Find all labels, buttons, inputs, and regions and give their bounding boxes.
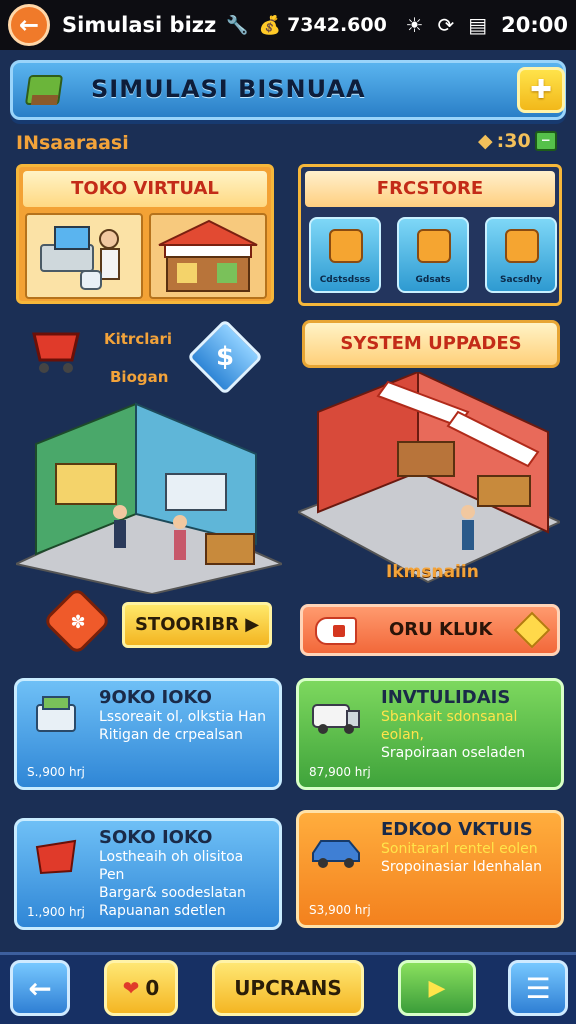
page-title: SIMULASI BISNUAA	[91, 75, 366, 103]
club-button-label: ORU KLUK	[389, 619, 493, 640]
market-stall-image	[149, 213, 267, 299]
cart-label-2: Biogan	[110, 368, 169, 386]
plus-icon[interactable]: ✚	[517, 67, 565, 113]
gift-count: 0	[145, 976, 160, 1000]
card-title: SOKO IOKO	[99, 827, 213, 848]
card-line: Sonitararl rentel eolen	[381, 841, 538, 857]
coin-icon: ☀	[405, 13, 424, 37]
cart-label-1: Kitrclari	[104, 330, 173, 348]
system-upgrades-button[interactable]: SYSTEM UPPADES	[302, 320, 560, 368]
front-button-label: Sacsdhy	[500, 275, 542, 285]
section-counter-value: :30	[496, 130, 531, 152]
cash-register-icon	[417, 229, 451, 263]
gift-button[interactable]: ❤ 0	[104, 960, 178, 1016]
card-line: Lostheaih oh olisitoa Pen	[99, 849, 244, 883]
warning-icon	[513, 611, 551, 649]
dollar-icon[interactable]: $	[186, 318, 264, 396]
minus-icon[interactable]: −	[534, 131, 557, 151]
frontstore-title: FRCSTORE	[305, 171, 555, 207]
computer-shop-image	[25, 213, 143, 299]
store-button[interactable]: STOORIBR ▶	[122, 602, 272, 648]
section-label: INsaaraasi	[16, 132, 129, 154]
store-interior-scene	[12, 394, 286, 596]
svg-text:✽: ✽	[70, 612, 85, 633]
chat-arrow-icon: ▶	[428, 975, 446, 1001]
card-line: Sbankait sdonsanal eolan,	[381, 709, 518, 743]
toko-virtual-panel[interactable]: TOKO VIRTUAL	[16, 164, 274, 304]
box-icon-button[interactable]: Cdstsdsss	[309, 217, 381, 293]
card-title: 9OKO IOKO	[99, 687, 212, 708]
frontstore-panel: FRCSTORE Cdstsdsss Gdsats Sacsdhy	[298, 164, 562, 306]
car-icon	[309, 823, 360, 873]
card-line: Lssoreait ol, olkstia Han	[99, 709, 267, 725]
clock-time: 20:00	[501, 13, 568, 37]
shopping-basket-icon	[31, 831, 81, 881]
gift-icon: ❤	[122, 976, 140, 1000]
card-line: Bargar& soodeslatan	[99, 885, 246, 901]
feature-card[interactable]: 9OKO IOKO Lssoreait ol, olkstia Han Riti…	[14, 678, 282, 790]
award-seal-icon[interactable]: ✽	[44, 590, 112, 652]
scene-label: Ikmsnaiin	[386, 562, 479, 582]
toko-virtual-title: TOKO VIRTUAL	[23, 171, 267, 207]
app-title: Simulasi bizz	[62, 13, 217, 37]
money-display: 7342.600	[287, 14, 387, 36]
gem-icon: ◆	[478, 130, 493, 152]
club-button[interactable]: ORU KLUK	[300, 604, 560, 656]
card-line: Sropoinasiar Idenhalan	[381, 859, 542, 875]
upgrades-button[interactable]: UPCRANS	[212, 960, 364, 1016]
left-arrow-icon: ←	[28, 971, 52, 1005]
delivery-van-icon	[309, 691, 360, 741]
store-button-label: STOORIBR	[134, 614, 239, 635]
shopping-cart-icon[interactable]	[30, 326, 86, 376]
status-bar: ← Simulasi bizz 🔧 💰 7342.600 ☀ ⟳ ▤ 20:00	[0, 0, 576, 50]
sync-icon: ⟳	[437, 13, 455, 37]
box-icon	[329, 229, 363, 263]
wrench-icon: 🔧	[226, 14, 249, 36]
card-title: INVTULIDAIS	[381, 687, 511, 708]
card-price: S3,900 hrj	[309, 903, 371, 917]
chat-button[interactable]: ▶	[398, 960, 476, 1016]
feature-card[interactable]: EDKOO VKTUIS Sonitararl rentel eolen Sro…	[296, 810, 564, 928]
printer-icon	[31, 691, 81, 741]
card-title: EDKOO VKTUIS	[381, 819, 533, 840]
shelf-button[interactable]: Sacsdhy	[485, 217, 557, 293]
card-line: Ritigan de crpealsan	[99, 727, 243, 743]
back-button[interactable]: ←	[10, 960, 70, 1016]
menu-button[interactable]: ☰	[508, 960, 568, 1016]
money-bag-icon: 💰	[258, 14, 282, 36]
card-line: Rapuanan sdetlen	[99, 903, 226, 919]
hamburger-menu-icon: ☰	[525, 971, 551, 1005]
card-line: Srapoiraan oseladen	[381, 745, 526, 761]
front-button-label: Gdsats	[415, 275, 451, 285]
shelf-icon	[505, 229, 539, 263]
land-block-icon	[24, 75, 64, 105]
signal-icon: ▤	[468, 13, 488, 37]
feature-card[interactable]: INVTULIDAIS Sbankait sdonsanal eolan, Sr…	[296, 678, 564, 790]
card-price: 87,900 hrj	[309, 765, 371, 779]
card-price: 1.,900 hrj	[27, 905, 85, 919]
back-arrow-icon[interactable]: ←	[8, 4, 50, 46]
section-counter: ◆ :30 −	[478, 130, 557, 152]
card-price: S.,900 hrj	[27, 765, 85, 779]
tag-icon	[315, 617, 357, 645]
front-button-label: Cdstsdsss	[319, 275, 371, 285]
header-bar: SIMULASI BISNUAA ✚	[10, 60, 566, 120]
shop-front-scene	[295, 370, 563, 594]
feature-card[interactable]: SOKO IOKO Lostheaih oh olisitoa Pen Barg…	[14, 818, 282, 930]
cash-register-button[interactable]: Gdsats	[397, 217, 469, 293]
